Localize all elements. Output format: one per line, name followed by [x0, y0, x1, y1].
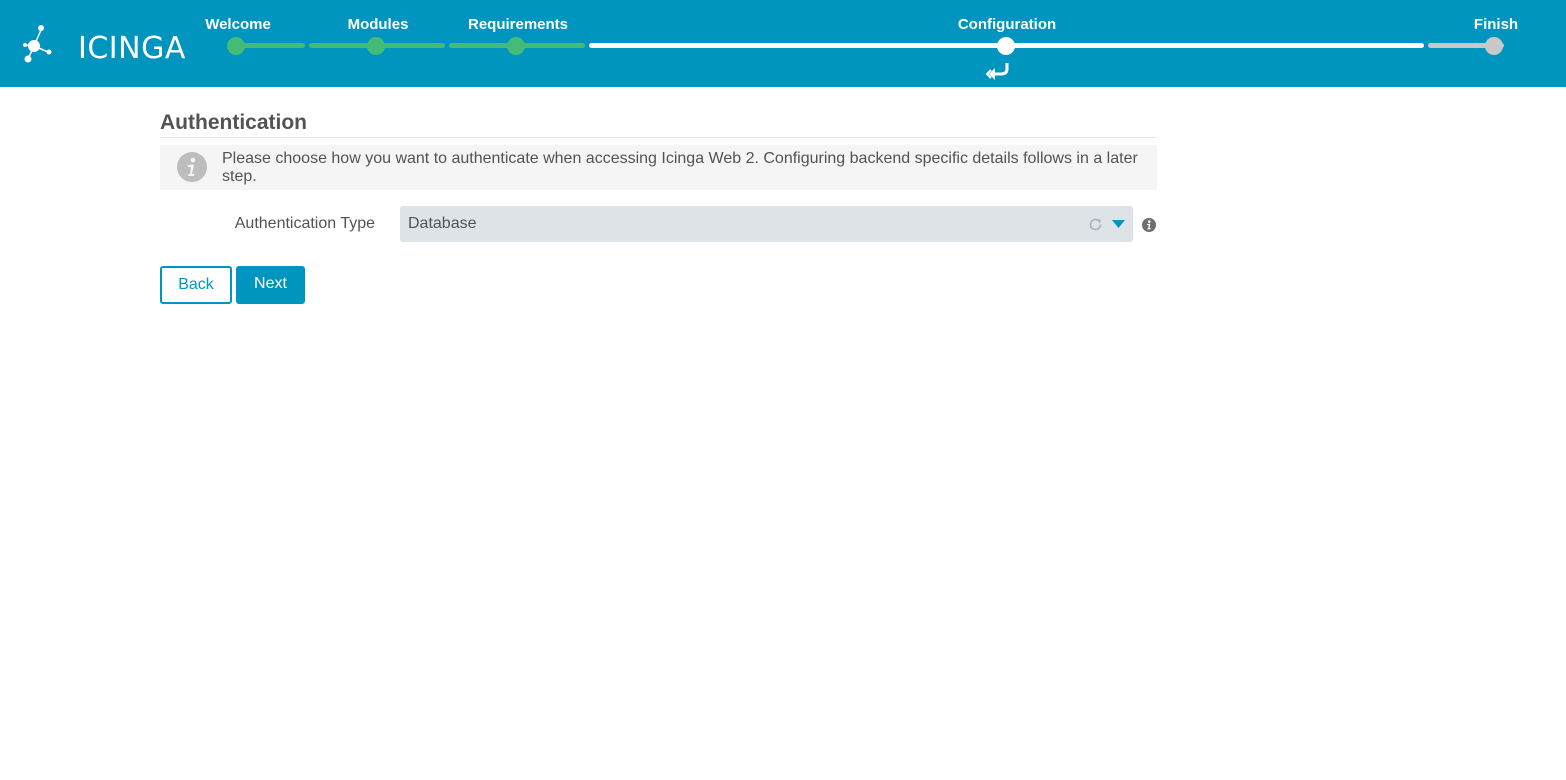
icinga-logo-mark-icon — [23, 25, 52, 63]
chevron-down-icon — [1112, 220, 1125, 228]
icinga-logo: ICINGA — [22, 22, 185, 68]
info-icon — [177, 152, 207, 182]
step-welcome-label: Welcome — [205, 16, 271, 33]
next-button[interactable]: Next — [236, 266, 305, 304]
auth-type-label: Authentication Type — [234, 215, 375, 232]
step-finish-dot — [1485, 37, 1503, 55]
step-modules-label: Modules — [347, 16, 409, 33]
wizard-header: ICINGA Welcome Modules Requirements Conf… — [0, 0, 1566, 87]
info-text: Please choose how you want to authentica… — [222, 150, 1138, 185]
step-welcome-dot — [227, 37, 245, 55]
auth-type-select[interactable]: Database — [400, 206, 1133, 242]
auth-type-row: Authentication Type Database — [160, 206, 1160, 242]
back-button[interactable]: Back — [160, 266, 232, 304]
step-requirements-label: Requirements — [467, 16, 569, 33]
step-modules-dot — [367, 37, 385, 55]
step-finish-label: Finish — [1473, 16, 1519, 33]
step-requirements-dot — [507, 37, 525, 55]
return-arrow-icon — [986, 63, 1009, 80]
step-configuration-label: Configuration — [957, 16, 1057, 33]
info-box: Please choose how you want to authentica… — [160, 145, 1157, 190]
auth-type-value: Database — [408, 215, 477, 232]
spinner-icon — [1089, 218, 1102, 231]
main-content: Authentication Please choose how you wan… — [160, 108, 1157, 304]
page-title: Authentication — [160, 108, 1157, 138]
logo-wordmark: ICINGA — [78, 31, 186, 66]
step-configuration-dot — [997, 37, 1015, 55]
help-info-icon[interactable] — [1141, 217, 1157, 233]
